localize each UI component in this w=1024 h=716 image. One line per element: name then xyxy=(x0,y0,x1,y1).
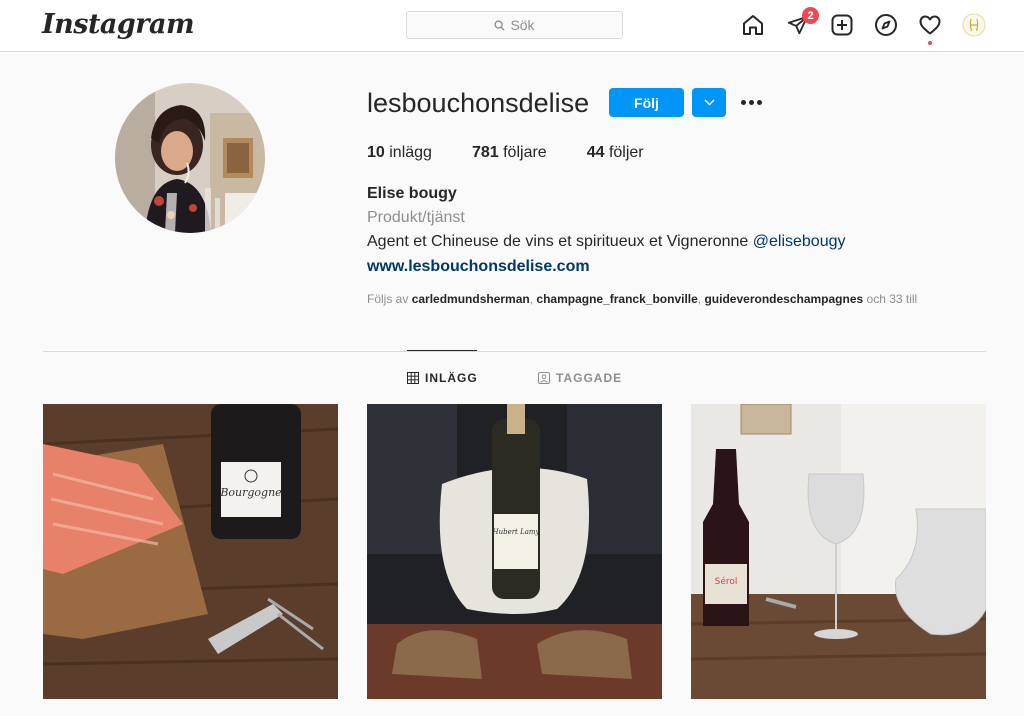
followers-count: 781 xyxy=(471,144,499,161)
profile-avatar-icon[interactable] xyxy=(961,12,987,38)
followed-by-user[interactable]: champagne_franck_bonville xyxy=(536,292,697,306)
top-navigation-bar: Instagram Sök 2 xyxy=(0,0,1024,52)
followed-by[interactable]: Följs av carledmundsherman, champagne_fr… xyxy=(367,292,917,306)
posts-count-stat: 10 inlägg xyxy=(367,144,432,162)
profile-username: lesbouchonsdelise xyxy=(367,88,590,118)
profile-full-name: Elise bougy xyxy=(367,185,457,202)
followed-by-prefix: Följs av xyxy=(367,292,409,306)
profile-website-link[interactable]: www.lesbouchonsdelise.com xyxy=(367,258,590,276)
notification-badge: 2 xyxy=(802,7,819,24)
profile-category: Produkt/tjänst xyxy=(367,209,465,226)
search-input[interactable]: Sök xyxy=(406,11,623,39)
grid-icon xyxy=(407,372,419,384)
svg-text:Sérol: Sérol xyxy=(715,576,738,587)
explore-icon[interactable] xyxy=(873,12,899,38)
home-icon[interactable] xyxy=(740,12,766,38)
followers-label: följare xyxy=(503,144,547,161)
profile-stats: 10 inlägg 781 följare 44 följer xyxy=(367,144,684,162)
profile-picture[interactable] xyxy=(115,83,265,233)
bio-text: Agent et Chineuse de vins et spiritueux … xyxy=(367,233,749,250)
tab-tagged[interactable]: TAGGADE xyxy=(538,371,622,385)
tab-posts-label: INLÄGG xyxy=(425,371,478,385)
post-thumbnail[interactable]: Hubert Lamy xyxy=(367,404,662,699)
activity-dot xyxy=(928,41,932,45)
svg-text:Bourgogne: Bourgogne xyxy=(219,486,282,499)
more-options-icon[interactable] xyxy=(738,90,764,114)
followed-by-user[interactable]: guideverondeschampagnes xyxy=(704,292,863,306)
tab-tagged-label: TAGGADE xyxy=(556,371,623,385)
bio-mention-link[interactable]: @elisebougy xyxy=(753,233,846,250)
activity-heart-icon[interactable] xyxy=(917,12,943,45)
new-post-icon[interactable] xyxy=(829,12,855,38)
tagged-person-icon xyxy=(538,372,550,384)
following-stat[interactable]: 44 följer xyxy=(587,144,644,162)
search-icon xyxy=(494,19,506,31)
profile-bio: Agent et Chineuse de vins et spiritueux … xyxy=(367,233,846,251)
search-placeholder: Sök xyxy=(510,17,535,33)
following-count: 44 xyxy=(586,144,605,161)
tab-posts[interactable]: INLÄGG xyxy=(407,371,478,385)
instagram-logo[interactable]: Instagram xyxy=(42,9,195,40)
active-tab-indicator xyxy=(407,350,477,351)
followed-by-suffix: och 33 till xyxy=(866,292,918,306)
svg-text:Hubert Lamy: Hubert Lamy xyxy=(491,528,540,536)
chevron-down-icon xyxy=(703,99,715,106)
post-thumbnail[interactable]: Sérol xyxy=(691,404,986,699)
posts-count: 10 xyxy=(367,144,385,161)
post-thumbnail[interactable]: Bourgogne xyxy=(43,404,338,699)
tabs-divider xyxy=(43,351,986,352)
posts-label: inlägg xyxy=(389,144,432,161)
following-label: följer xyxy=(608,144,644,161)
suggested-accounts-dropdown-button[interactable] xyxy=(692,88,726,117)
follow-button[interactable]: Följ xyxy=(609,88,684,117)
followers-stat[interactable]: 781 följare xyxy=(472,144,547,162)
followed-by-user[interactable]: carledmundsherman xyxy=(412,292,530,306)
direct-messages-icon[interactable]: 2 xyxy=(785,7,819,38)
